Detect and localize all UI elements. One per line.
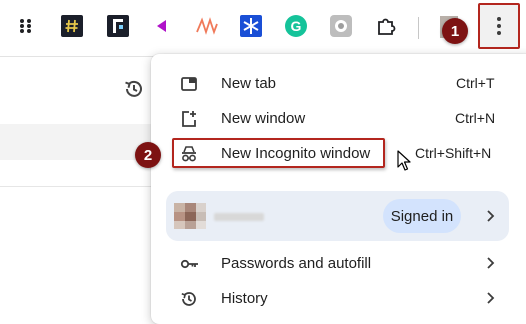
gray-circle-extension-icon[interactable] xyxy=(329,14,353,38)
toolbar-divider xyxy=(418,17,419,39)
menu-item-shortcut: Ctrl+Shift+N xyxy=(415,145,492,161)
grammarly-icon[interactable]: G xyxy=(284,14,308,38)
chevron-right-icon xyxy=(485,256,495,275)
step-badge-2: 2 xyxy=(135,142,161,168)
menu-item-new-incognito-window[interactable]: New Incognito window Ctrl+Shift+N xyxy=(151,136,526,170)
menu-item-history[interactable]: History xyxy=(151,281,526,315)
browser-toolbar: G 1 xyxy=(0,0,526,57)
menu-item-new-tab[interactable]: New tab Ctrl+T xyxy=(151,66,526,100)
chevron-right-icon xyxy=(485,209,495,228)
menu-item-label: New tab xyxy=(221,74,277,92)
profile-row[interactable]: Signed in xyxy=(166,191,509,241)
blurred-profile-name xyxy=(214,213,264,221)
key-icon xyxy=(180,255,198,273)
menu-item-label: History xyxy=(221,289,268,307)
svg-text:G: G xyxy=(291,18,302,34)
signed-in-badge: Signed in xyxy=(383,199,461,233)
menu-item-label: New window xyxy=(221,109,306,127)
mouse-cursor-icon xyxy=(397,150,411,177)
puzzle-extensions-icon[interactable] xyxy=(374,14,398,38)
snowflake-extension-icon[interactable] xyxy=(239,14,263,38)
menu-item-shortcut: Ctrl+T xyxy=(456,75,495,91)
menu-item-label: Passwords and autofill xyxy=(221,254,372,272)
hashtag-extension-icon[interactable] xyxy=(60,14,84,38)
menu-item-passwords-and-autofill[interactable]: Passwords and autofill xyxy=(151,246,526,280)
wave-extension-icon[interactable] xyxy=(195,14,219,38)
three-dots-icon xyxy=(497,17,501,35)
menu-item-shortcut: Ctrl+N xyxy=(455,110,496,126)
profile-avatar xyxy=(174,203,206,229)
bracket-extension-icon[interactable] xyxy=(106,14,130,38)
history-icon[interactable] xyxy=(123,78,145,105)
step-badge-1: 1 xyxy=(442,18,468,44)
new-tab-icon xyxy=(180,75,198,93)
incognito-icon xyxy=(180,145,198,163)
chevron-right-icon xyxy=(485,291,495,310)
history-icon xyxy=(180,290,198,308)
more-menu-button[interactable] xyxy=(478,3,520,49)
menu-item-new-window[interactable]: New window Ctrl+N xyxy=(151,101,526,135)
menu-item-label: New Incognito window xyxy=(221,144,371,162)
chrome-main-menu: New tab Ctrl+T New window Ctrl+N New Inc… xyxy=(151,54,526,324)
new-window-icon xyxy=(180,110,198,128)
apps-grid-icon[interactable] xyxy=(14,14,38,38)
purple-arrow-extension-icon[interactable] xyxy=(150,14,174,38)
